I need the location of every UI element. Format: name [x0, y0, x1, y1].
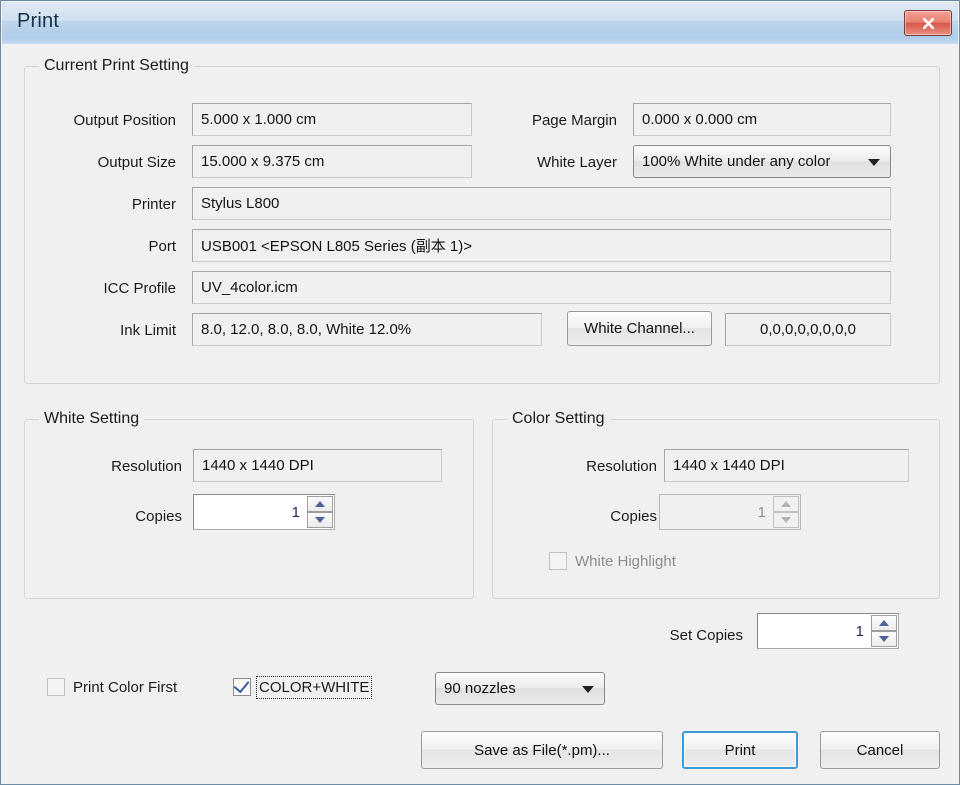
close-icon: [905, 11, 951, 35]
group-title-color-setting: Color Setting: [507, 410, 610, 428]
field-output-position: 5.000 x 1.000 cm: [192, 103, 472, 136]
field-ink-limit: 8.0, 12.0, 8.0, 8.0, White 12.0%: [192, 313, 542, 346]
check-icon: [233, 676, 250, 694]
combo-white-layer[interactable]: 100% White under any color: [633, 145, 891, 178]
field-white-channel-values: 0,0,0,0,0,0,0,0: [725, 313, 891, 346]
label-white-copies: Copies: [135, 508, 182, 525]
arrow-up-icon: [781, 501, 791, 507]
close-button[interactable]: [904, 10, 952, 36]
arrow-down-icon: [879, 636, 889, 642]
print-dialog: Print Current Print Setting Output Posit…: [0, 0, 960, 785]
set-copies-increment-button[interactable]: [871, 615, 897, 631]
white-channel-button[interactable]: White Channel...: [567, 311, 712, 346]
combo-nozzles-value: 90 nozzles: [444, 680, 516, 697]
white-highlight-checkbox-row: White Highlight: [549, 552, 676, 570]
label-set-copies: Set Copies: [669, 627, 743, 644]
group-title-current-print-setting: Current Print Setting: [39, 57, 194, 75]
group-title-white-setting: White Setting: [39, 410, 145, 428]
color-copies-decrement-button: [773, 512, 799, 528]
label-page-margin: Page Margin: [531, 112, 617, 129]
set-copies-value: 1: [855, 622, 864, 640]
color-white-label: COLOR+WHITE: [255, 675, 373, 699]
white-highlight-label: White Highlight: [575, 552, 676, 570]
print-color-first-checkbox: [47, 678, 65, 696]
white-highlight-checkbox: [549, 552, 567, 570]
print-button[interactable]: Print: [682, 731, 798, 769]
white-copies-decrement-button[interactable]: [307, 512, 333, 528]
set-copies-decrement-button[interactable]: [871, 631, 897, 647]
chevron-down-icon: [868, 158, 880, 166]
arrow-up-icon: [315, 501, 325, 507]
print-color-first-checkbox-row[interactable]: Print Color First: [47, 678, 177, 696]
label-white-resolution: Resolution: [111, 458, 182, 475]
arrow-up-icon: [879, 620, 889, 626]
color-copies-increment-button: [773, 496, 799, 512]
color-white-checkbox-row[interactable]: COLOR+WHITE: [233, 675, 373, 699]
label-color-copies: Copies: [610, 508, 657, 525]
label-printer: Printer: [131, 196, 176, 213]
label-ink-limit: Ink Limit: [120, 322, 176, 339]
color-copies-stepper: 1: [659, 494, 801, 530]
label-port: Port: [148, 238, 176, 255]
set-copies-stepper[interactable]: 1: [757, 613, 899, 649]
dialog-client-area: Current Print Setting Output Position 5.…: [2, 44, 958, 784]
set-copies-spin-buttons: [871, 615, 897, 647]
label-output-size: Output Size: [97, 154, 176, 171]
white-copies-increment-button[interactable]: [307, 496, 333, 512]
color-copies-value: 1: [757, 503, 766, 521]
field-icc-profile: UV_4color.icm: [192, 271, 891, 304]
white-copies-value: 1: [291, 503, 300, 521]
label-color-resolution: Resolution: [586, 458, 657, 475]
field-printer: Stylus L800: [192, 187, 891, 220]
field-port: USB001 <EPSON L805 Series (副本 1)>: [192, 229, 891, 262]
color-copies-spin-buttons: [773, 496, 799, 528]
chevron-down-icon: [582, 685, 594, 693]
print-color-first-label: Print Color First: [73, 678, 178, 696]
window-title: Print: [17, 10, 60, 32]
title-bar: Print: [2, 2, 958, 45]
label-icc-profile: ICC Profile: [103, 280, 176, 297]
combo-white-layer-value: 100% White under any color: [642, 153, 831, 170]
label-white-layer: White Layer: [536, 154, 617, 171]
label-output-position: Output Position: [73, 112, 176, 129]
white-copies-stepper[interactable]: 1: [193, 494, 335, 530]
field-page-margin: 0.000 x 0.000 cm: [633, 103, 891, 136]
save-as-file-button[interactable]: Save as File(*.pm)...: [421, 731, 663, 769]
color-white-checkbox[interactable]: [233, 676, 251, 696]
cancel-button[interactable]: Cancel: [820, 731, 940, 769]
white-copies-spin-buttons: [307, 496, 333, 528]
field-output-size: 15.000 x 9.375 cm: [192, 145, 472, 178]
arrow-down-icon: [315, 517, 325, 523]
combo-nozzles[interactable]: 90 nozzles: [435, 672, 605, 705]
arrow-down-icon: [781, 517, 791, 523]
field-color-resolution: 1440 x 1440 DPI: [664, 449, 909, 482]
field-white-resolution: 1440 x 1440 DPI: [193, 449, 442, 482]
